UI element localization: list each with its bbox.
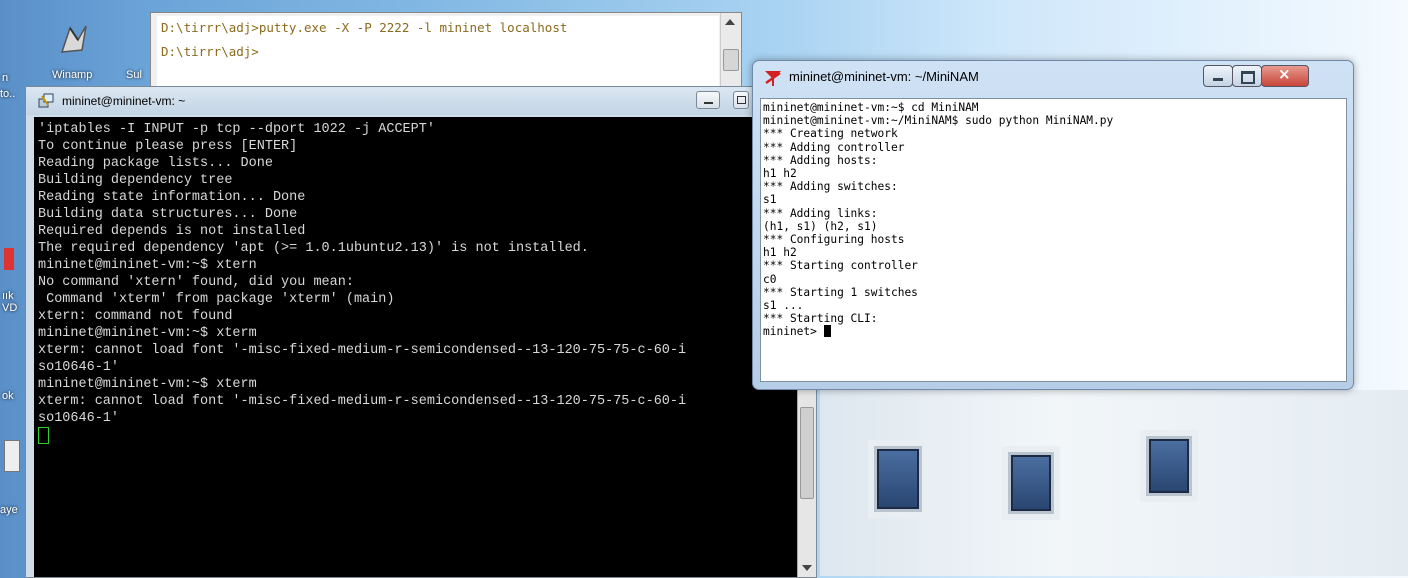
terminal-line: h1 h2 xyxy=(763,246,797,260)
left-label: n xyxy=(2,72,9,84)
putty-title: mininet@mininet-vm: ~ xyxy=(62,94,186,108)
left-label: to.. xyxy=(0,88,16,100)
close-button[interactable]: × xyxy=(1261,65,1309,87)
putty-terminal[interactable]: 'iptables -I INPUT -p tcp --dport 1022 -… xyxy=(34,117,800,577)
terminal-line: (h1, s1) (h2, s1) xyxy=(763,219,878,233)
terminal-line: Reading state information... Done xyxy=(38,190,306,205)
xterm-window[interactable]: mininet@mininet-vm: ~/MiniNAM × mininet@… xyxy=(752,60,1354,390)
minimize-button[interactable] xyxy=(1203,65,1233,87)
building-window xyxy=(1002,446,1060,520)
terminal-line: h1 h2 xyxy=(763,167,797,181)
terminal-line: To continue please press [ENTER] xyxy=(38,139,298,154)
terminal-line: *** Creating network xyxy=(763,127,898,141)
close-icon: × xyxy=(1278,65,1291,83)
terminal-line: *** Configuring hosts xyxy=(763,233,905,247)
maximize-button[interactable] xyxy=(733,91,749,109)
xterm-icon xyxy=(763,69,783,87)
cmd-line: D:\tirrr\adj> xyxy=(161,44,259,59)
minimize-button[interactable] xyxy=(696,91,720,109)
terminal-line: *** Adding controller xyxy=(763,140,905,154)
putty-icon xyxy=(38,93,54,109)
terminal-line: mininet@mininet-vm:~$ xterm xyxy=(38,326,257,341)
cmd-line: D:\tirrr\adj>putty.exe -X -P 2222 -l min… xyxy=(161,20,568,35)
terminal-line: *** Adding links: xyxy=(763,206,878,220)
cmd-scroll-thumb[interactable] xyxy=(723,49,739,71)
terminal-line: *** Starting CLI: xyxy=(763,312,878,326)
terminal-line: mininet@mininet-vm:~$ xtern xyxy=(38,258,257,273)
terminal-line: xtern: command not found xyxy=(38,309,233,324)
terminal-line: *** Starting controller xyxy=(763,259,918,273)
building-window xyxy=(868,440,928,518)
maximize-button[interactable] xyxy=(1232,65,1262,87)
terminal-line: so10646-1' xyxy=(38,360,120,375)
terminal-line: Building dependency tree xyxy=(38,173,233,188)
terminal-line: *** Adding switches: xyxy=(763,180,898,194)
terminal-line: c0 xyxy=(763,272,777,286)
terminal-line: 'iptables -I INPUT -p tcp --dport 1022 -… xyxy=(38,122,435,137)
left-label: aye xyxy=(0,504,18,516)
winamp-icon[interactable] xyxy=(56,22,92,58)
left-label: VD xyxy=(2,302,18,314)
putty-titlebar[interactable]: mininet@mininet-vm: ~ xyxy=(26,87,816,115)
desktop-icon-fragment xyxy=(4,440,20,472)
terminal-line: mininet@mininet-vm:~$ cd MiniNAM xyxy=(763,101,979,114)
terminal-line: xterm: cannot load font '-misc-fixed-med… xyxy=(38,343,687,358)
sub-label: Sul xyxy=(126,69,142,81)
terminal-line: mininet@mininet-vm:~/MiniNAM$ sudo pytho… xyxy=(763,114,1114,128)
terminal-line: Command 'xterm' from package 'xterm' (ma… xyxy=(38,292,395,307)
scroll-up-icon[interactable] xyxy=(725,19,735,25)
building-window xyxy=(1140,430,1198,502)
terminal-prompt: mininet> xyxy=(763,325,824,339)
putty-window[interactable]: mininet@mininet-vm: ~ 'iptables -I INPUT… xyxy=(25,86,817,578)
terminal-line: Reading package lists... Done xyxy=(38,156,273,171)
scroll-down-icon[interactable] xyxy=(802,565,812,571)
terminal-line: *** Adding hosts: xyxy=(763,153,878,167)
xterm-title: mininet@mininet-vm: ~/MiniNAM xyxy=(789,69,979,84)
terminal-cursor xyxy=(38,427,49,444)
terminal-line: The required dependency 'apt (>= 1.0.1ub… xyxy=(38,241,589,256)
terminal-line: No command 'xtern' found, did you mean: xyxy=(38,275,354,290)
terminal-line: s1 ... xyxy=(763,299,804,313)
left-label: ok xyxy=(2,390,14,402)
left-label: ıık xyxy=(2,290,14,302)
terminal-cursor xyxy=(823,325,831,338)
winamp-label: Winamp xyxy=(52,69,93,81)
putty-scroll-thumb[interactable] xyxy=(800,407,814,499)
terminal-line: mininet@mininet-vm:~$ xterm xyxy=(38,377,257,392)
maximize-icon xyxy=(736,96,746,104)
maximize-icon xyxy=(1241,71,1255,84)
xterm-terminal[interactable]: mininet@mininet-vm:~$ cd MiniNAM mininet@… xyxy=(760,98,1347,382)
desktop-icon-fragment xyxy=(4,248,14,270)
minimize-icon xyxy=(1213,78,1223,81)
cmd-output: D:\tirrr\adj>putty.exe -X -P 2222 -l min… xyxy=(157,16,719,88)
cmd-scrollbar[interactable] xyxy=(720,13,741,88)
terminal-line: xterm: cannot load font '-misc-fixed-med… xyxy=(38,394,687,409)
minimize-icon xyxy=(703,101,713,104)
terminal-line: Required depends is not installed xyxy=(38,224,306,239)
terminal-line: so10646-1' xyxy=(38,411,120,426)
cmd-window[interactable]: D:\tirrr\adj>putty.exe -X -P 2222 -l min… xyxy=(150,12,742,89)
terminal-line: s1 xyxy=(763,193,777,207)
terminal-line: Building data structures... Done xyxy=(38,207,298,222)
terminal-line: *** Starting 1 switches xyxy=(763,285,918,299)
